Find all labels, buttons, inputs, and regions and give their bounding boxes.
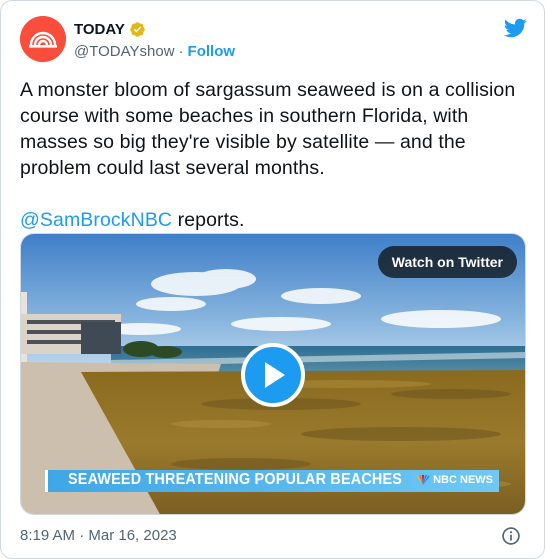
banner-brand: NBC NEWS — [433, 474, 493, 486]
tweet-body: A monster bloom of sargassum seaweed is … — [20, 79, 516, 179]
mention-link[interactable]: @SamBrockNBC — [20, 209, 172, 231]
news-banner: SEAWEED THREATENING POPULAR BEACHES NBC … — [45, 470, 499, 492]
follow-button[interactable]: Follow — [188, 43, 236, 60]
author-handle[interactable]: @TODAYshow — [74, 43, 175, 60]
tweet-header: TODAY @TODAYshow · Follow — [20, 16, 527, 64]
display-name[interactable]: TODAY — [74, 21, 125, 38]
separator-dot: · — [178, 43, 184, 60]
watch-on-twitter-button[interactable]: Watch on Twitter — [377, 246, 517, 278]
tweet-credit: @SamBrockNBC reports. — [20, 207, 527, 233]
verified-badge-icon — [130, 21, 145, 37]
twitter-bird-icon[interactable] — [503, 16, 527, 40]
tweet-text: A monster bloom of sargassum seaweed is … — [20, 77, 527, 233]
peacock-icon — [416, 475, 430, 485]
play-button[interactable] — [241, 343, 305, 407]
banner-headline: SEAWEED THREATENING POPULAR BEACHES — [68, 471, 403, 488]
play-icon — [265, 362, 285, 388]
credit-text: reports. — [172, 209, 245, 231]
avatar[interactable] — [20, 16, 66, 62]
tweet-card: TODAY @TODAYshow · Follow A monster bloo… — [0, 0, 545, 559]
nbc-news-logo: NBC NEWS — [416, 474, 493, 486]
author-names: TODAY @TODAYshow · Follow — [74, 19, 236, 61]
video-media[interactable]: Watch on Twitter SEAWEED THREATENING POP… — [20, 233, 526, 515]
info-icon[interactable] — [501, 526, 521, 546]
today-logo-icon — [20, 16, 66, 62]
tweet-timestamp[interactable]: 8:19 AM · Mar 16, 2023 — [20, 527, 177, 544]
